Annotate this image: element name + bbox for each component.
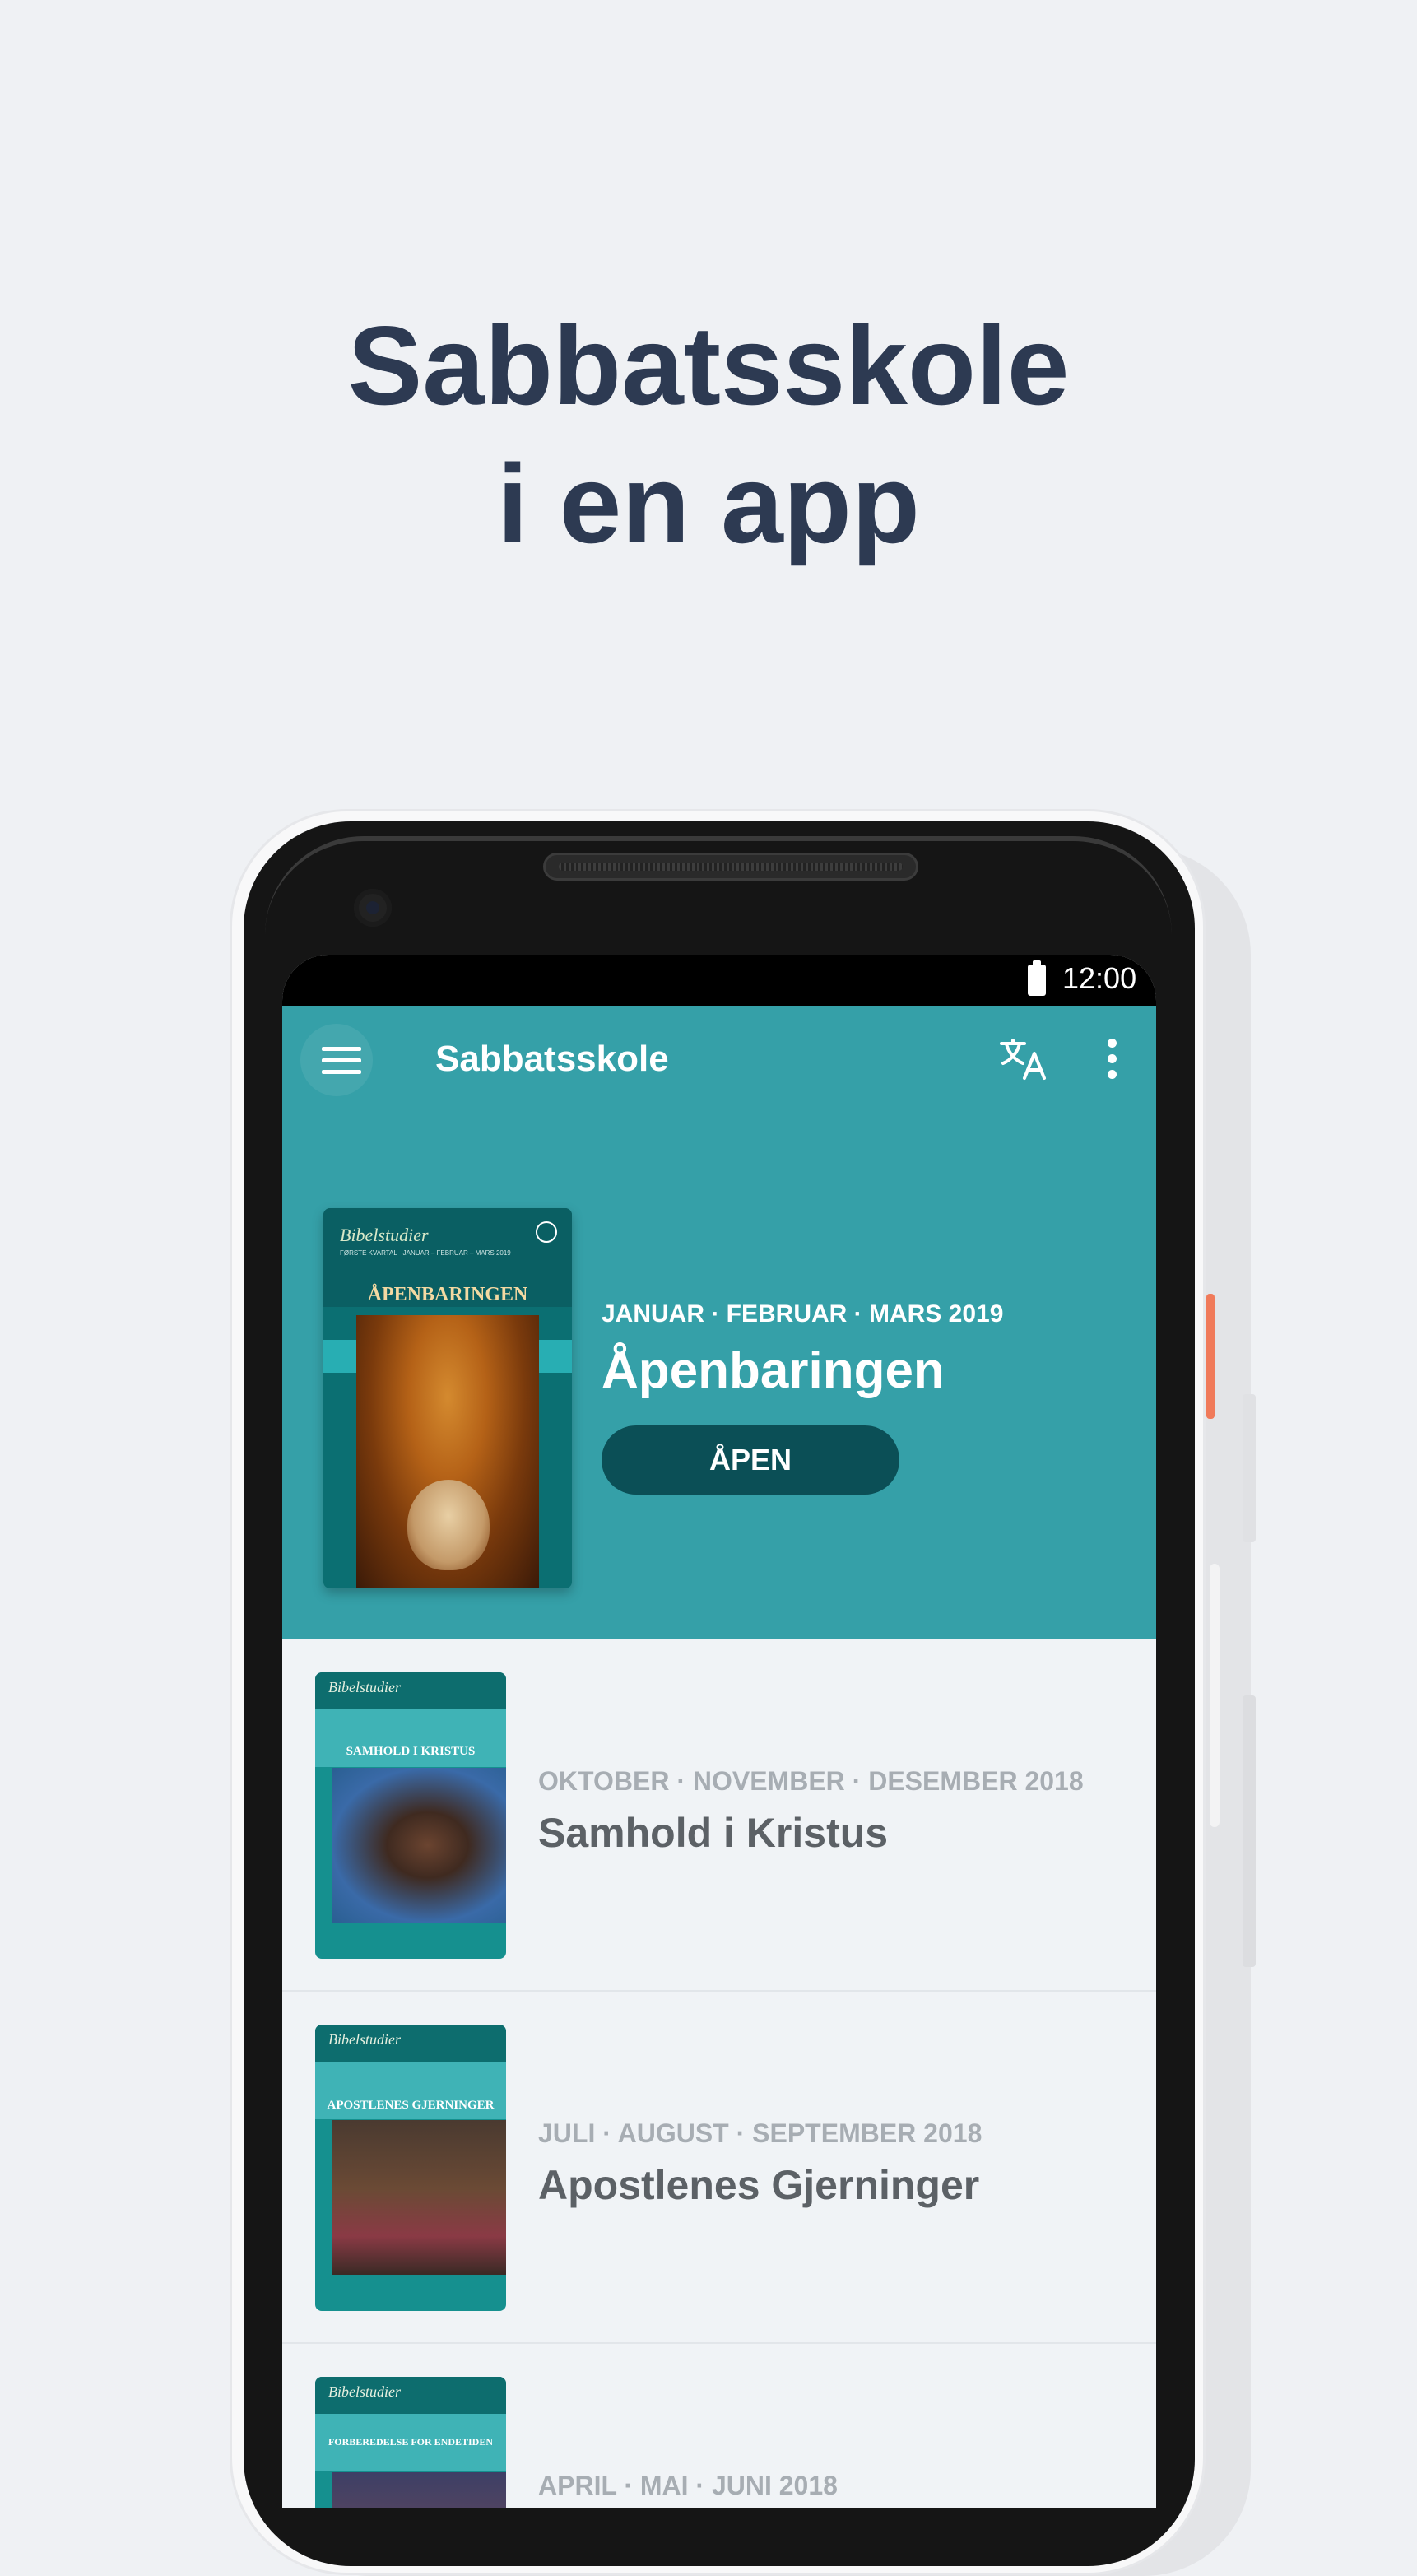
list-item[interactable]: Bibelstudier FORBEREDELSE FOR ENDETIDEN …: [282, 2344, 1156, 2508]
cover-series-label: Bibelstudier: [328, 2383, 401, 2400]
cover-title: SAMHOLD I KRISTUS: [346, 1745, 476, 1758]
lion-lamb-illustration: [356, 1315, 539, 1588]
cover-series-label: Bibelstudier: [328, 1679, 401, 1695]
quarterly-cover-image[interactable]: Bibelstudier FORBEREDELSE FOR ENDETIDEN: [315, 2377, 506, 2508]
headline-line-1: Sabbatsskole: [347, 303, 1070, 428]
battery-icon: [1028, 960, 1046, 996]
cover-series-label: Bibelstudier: [328, 2031, 401, 2048]
phone-screen: 12:00 Sabbatsskole Bibelstudier FØRSTE K…: [282, 955, 1156, 2508]
cover-series-label: Bibelstudier: [340, 1225, 429, 1245]
cover-title: APOSTLENES GJERNINGER: [327, 2099, 495, 2112]
marketing-headline: Sabbatsskole i en app: [0, 296, 1417, 573]
app-title: Sabbatsskole: [435, 1039, 669, 1079]
phone-rim: [265, 836, 1172, 940]
front-camera: [354, 889, 392, 927]
translate-icon[interactable]: [998, 1037, 1048, 1081]
status-bar: 12:00: [282, 955, 1156, 1006]
apostles-illustration: [332, 2120, 506, 2275]
quarterly-title: Samhold i Kristus: [538, 1810, 889, 1856]
app-bar: Sabbatsskole: [282, 1006, 1156, 1109]
headline-line-2: i en app: [497, 441, 920, 566]
open-button[interactable]: ÅPEN: [602, 1425, 899, 1495]
cover-title: FORBEREDELSE FOR ENDETIDEN: [328, 2436, 494, 2448]
status-time: 12:00: [1062, 961, 1137, 995]
cover-quarter-label: FØRSTE KVARTAL · JANUAR – FEBRUAR – MARS…: [340, 1249, 511, 1257]
phone-side-button: [1243, 1695, 1256, 1967]
more-vert-icon[interactable]: [1103, 1037, 1120, 1081]
quarterly-title: Apostlenes Gjerninger: [538, 2162, 980, 2208]
phone-side-strip: [1210, 1564, 1220, 1827]
featured-title: Åpenbaringen: [602, 1342, 945, 1399]
endtime-illustration: [332, 2472, 506, 2508]
list-item[interactable]: Bibelstudier APOSTLENES GJERNINGER JULI …: [282, 1992, 1156, 2344]
list-item[interactable]: Bibelstudier SAMHOLD I KRISTUS OKTOBER ·…: [282, 1639, 1156, 1992]
quarterly-date: JULI · AUGUST · SEPTEMBER 2018: [538, 2118, 983, 2148]
quarterly-date: OKTOBER · NOVEMBER · DESEMBER 2018: [538, 1766, 1084, 1796]
featured-quarterly[interactable]: Bibelstudier FØRSTE KVARTAL · JANUAR – F…: [282, 1109, 1156, 1639]
hands-illustration: [332, 1768, 506, 1923]
quarterly-date: APRIL · MAI · JUNI 2018: [538, 2471, 838, 2500]
phone-volume-button: [1243, 1394, 1256, 1542]
phone-speaker: [543, 853, 918, 881]
quarterly-cover-image[interactable]: Bibelstudier APOSTLENES GJERNINGER: [315, 2025, 506, 2311]
cover-title: ÅPENBARINGEN: [367, 1284, 528, 1305]
featured-date: JANUAR · FEBRUAR · MARS 2019: [602, 1300, 1004, 1328]
hamburger-menu-icon[interactable]: [300, 1024, 373, 1096]
phone-power-button: [1206, 1294, 1215, 1419]
adventist-logo-icon: [536, 1221, 557, 1243]
quarterly-cover-image[interactable]: Bibelstudier SAMHOLD I KRISTUS: [315, 1672, 506, 1959]
featured-cover-image[interactable]: Bibelstudier FØRSTE KVARTAL · JANUAR – F…: [323, 1208, 572, 1588]
